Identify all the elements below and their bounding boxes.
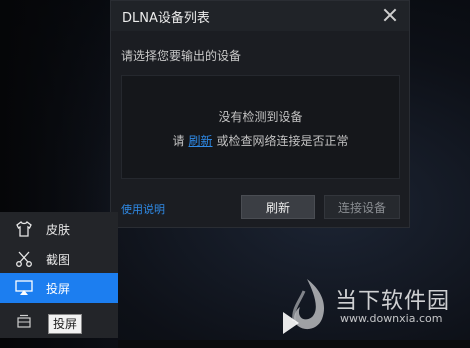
refresh-button[interactable]: 刷新 (241, 195, 315, 219)
select-device-prompt: 请选择您要输出的设备 (121, 49, 242, 63)
menu-item-label: 投屏 (46, 282, 71, 296)
watermark-url: www.downxia.com (340, 312, 443, 325)
menu-item-label: 皮肤 (46, 223, 71, 237)
menu-item-skin[interactable]: 皮肤 (0, 214, 118, 244)
scissors-icon (16, 251, 32, 267)
empty-message: 没有检测到设备 (218, 110, 303, 124)
context-menu: 皮肤 截图 投屏 投屏 (0, 212, 118, 338)
menu-item-screenshot[interactable]: 截图 (0, 244, 118, 274)
menu-item-label: 截图 (46, 253, 71, 267)
watermark-logo (292, 279, 325, 330)
dialog-title: DLNA设备列表 (122, 11, 210, 26)
hint-suffix: 或检查网络连接是否正常 (216, 134, 349, 148)
tooltip: 投屏 (48, 314, 83, 334)
tooltip-row: 投屏 (0, 304, 118, 340)
refresh-link[interactable]: 刷新 (188, 134, 212, 148)
shirt-icon (16, 221, 32, 237)
help-link[interactable]: 使用说明 (121, 201, 165, 217)
dialog-header: DLNA设备列表 (111, 1, 409, 31)
hint-prefix: 请 (172, 134, 185, 148)
cast-screen-icon (15, 280, 33, 295)
screen-stack-icon (17, 314, 31, 328)
menu-item-cast[interactable]: 投屏 (0, 273, 118, 303)
device-list: 没有检测到设备 请刷新 或检查网络连接是否正常 (121, 75, 400, 179)
hint-line: 请刷新 或检查网络连接是否正常 (122, 132, 399, 149)
watermark-name: 当下软件园 (335, 289, 451, 314)
connect-device-button[interactable]: 连接设备 (324, 195, 400, 219)
dlna-dialog: DLNA设备列表 请选择您要输出的设备 没有检测到设备 请刷新 或检查网络连接是否… (110, 0, 410, 228)
control-bar (118, 340, 470, 348)
close-icon[interactable] (383, 8, 397, 22)
